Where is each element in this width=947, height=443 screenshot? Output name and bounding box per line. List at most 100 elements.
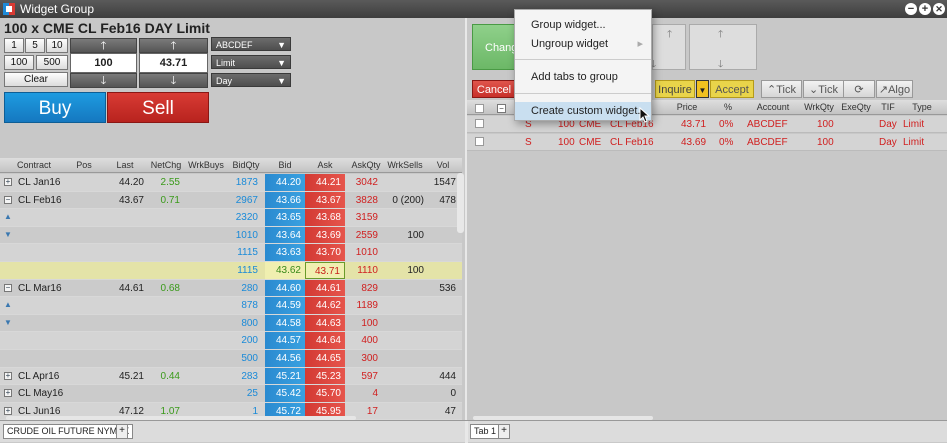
col-header-type[interactable]: Type	[904, 102, 940, 112]
ladder-row[interactable]: 1115 1110 100 43.62 43.71	[0, 262, 462, 280]
qty-up-button[interactable]: 🡑	[70, 38, 137, 53]
tick-up-button[interactable]: ⌃Tick	[761, 80, 802, 98]
qty-button-500[interactable]: 500	[36, 55, 68, 70]
tick-down-button[interactable]: ⌄Tick	[803, 80, 844, 98]
ladder-row[interactable]: 200 400 44.57 44.64	[0, 332, 462, 350]
maximize-button[interactable]: +	[919, 3, 931, 15]
col-header-exeqty[interactable]: ExeQty	[838, 102, 874, 112]
price-down-button[interactable]: 🡓	[139, 73, 208, 88]
bid-price-cell[interactable]: 44.60	[265, 279, 305, 297]
ladder-row[interactable]: − CL Feb16 43.67 0.71 2967 3828 0 (200) 478 43.6…	[0, 191, 462, 210]
col-header-account[interactable]: Account	[747, 102, 799, 112]
clear-button[interactable]: Clear	[4, 72, 68, 87]
expand-toggle-icon[interactable]: +	[4, 406, 12, 415]
ask-price-cell[interactable]: 43.69	[305, 226, 345, 244]
col-header-ask[interactable]: Ask	[305, 160, 345, 170]
qty-button-5[interactable]: 5	[25, 38, 45, 53]
ask-price-cell[interactable]: 43.67	[305, 191, 345, 209]
tab-1[interactable]: Tab 1	[470, 424, 501, 439]
ladder-row[interactable]: − CL Mar16 44.61 0.68 280 829 536 44.60 44.61	[0, 279, 462, 298]
add-tab-button-left[interactable]: +	[116, 424, 128, 439]
ladder-row[interactable]: + CL Apr16 45.21 0.44 283 597 444 45.21 45.23	[0, 367, 462, 386]
expand-toggle-icon[interactable]: ▼	[4, 318, 14, 327]
inquire-dropdown-button[interactable]: ▼	[696, 80, 709, 98]
ask-price-cell[interactable]: 44.61	[305, 279, 345, 297]
expand-toggle-icon[interactable]: ▲	[4, 212, 14, 221]
expand-toggle-icon[interactable]: +	[4, 178, 12, 186]
ask-price-cell[interactable]: 44.63	[305, 314, 345, 332]
ask-price-cell[interactable]: 44.21	[305, 174, 345, 191]
ladder-row[interactable]: ▼ 1010 2559 100 43.64 43.69	[0, 226, 462, 245]
bid-price-cell[interactable]: 44.59	[265, 297, 305, 314]
grid-button-2[interactable]: 🡑 🡓	[689, 24, 757, 70]
order-row-checkbox[interactable]	[475, 137, 484, 146]
col-header-askqty[interactable]: AskQty	[348, 160, 384, 170]
ladder-vertical-scrollbar[interactable]	[457, 173, 464, 233]
qty-button-1[interactable]: 1	[4, 38, 24, 53]
bid-price-cell[interactable]: 44.58	[265, 314, 305, 332]
ladder-row[interactable]: ▼ 800 100 44.58 44.63	[0, 314, 462, 333]
col-header-netchg[interactable]: NetChg	[146, 160, 186, 170]
account-select[interactable]: ABCDEF ▼	[211, 37, 291, 51]
bid-price-cell[interactable]: 45.21	[265, 367, 305, 385]
qty-button-10[interactable]: 10	[46, 38, 68, 53]
bid-price-cell[interactable]: 43.63	[265, 244, 305, 261]
accept-button[interactable]: Accept	[710, 80, 754, 98]
ask-price-cell[interactable]: 44.62	[305, 297, 345, 314]
col-header-price[interactable]: Price	[669, 102, 705, 112]
refresh-button[interactable]: ⟳	[843, 80, 875, 98]
col-header-wrksells[interactable]: WrkSells	[386, 160, 424, 170]
ladder-row[interactable]: 1115 1010 43.63 43.70	[0, 244, 462, 262]
col-header-bid[interactable]: Bid	[265, 160, 305, 170]
add-tab-button-right[interactable]: +	[498, 424, 510, 439]
expand-toggle-icon[interactable]: +	[4, 389, 12, 398]
col-header-pos[interactable]: Pos	[68, 160, 100, 170]
qty-button-100[interactable]: 100	[4, 55, 34, 70]
expand-toggle-icon[interactable]: +	[4, 371, 12, 380]
bid-price-cell[interactable]: 45.42	[265, 385, 305, 402]
close-button[interactable]: ✕	[933, 3, 945, 15]
qty-down-button[interactable]: 🡓	[70, 73, 137, 88]
bid-price-cell[interactable]: 44.57	[265, 332, 305, 349]
ask-price-cell[interactable]: 43.71	[305, 262, 345, 279]
bid-price-cell[interactable]: 43.64	[265, 226, 305, 244]
ladder-row[interactable]: + CL May16 25 4 0 45.42 45.70	[0, 385, 462, 403]
col-header-last[interactable]: Last	[108, 160, 142, 170]
bid-price-cell[interactable]: 44.56	[265, 350, 305, 367]
col-header-wrkbuys[interactable]: WrkBuys	[187, 160, 225, 170]
ask-price-cell[interactable]: 44.65	[305, 350, 345, 367]
buy-button[interactable]: Buy	[4, 92, 106, 123]
ask-price-cell[interactable]: 43.70	[305, 244, 345, 261]
menu-item-group-widget[interactable]: Group widget...	[515, 16, 651, 34]
expand-toggle-icon[interactable]: −	[4, 195, 12, 204]
sell-button[interactable]: Sell	[107, 92, 209, 123]
inquire-button[interactable]: Inquire	[655, 80, 695, 98]
ladder-row[interactable]: ▲ 878 1189 44.59 44.62	[0, 297, 462, 315]
expand-toggle-icon[interactable]: −	[4, 283, 12, 292]
order-row-checkbox[interactable]	[475, 119, 484, 128]
order-row[interactable]: S 100 CME CL Feb16 43.69 0% ABCDEF 100 Day Limit	[467, 134, 947, 151]
window-titlebar[interactable]: Widget Group − + ✕	[0, 0, 947, 18]
ladder-row[interactable]: ▲ 2320 3159 43.65 43.68	[0, 209, 462, 227]
price-input[interactable]: 43.71	[139, 53, 208, 73]
ask-price-cell[interactable]: 45.23	[305, 367, 345, 385]
col-header-bidqty[interactable]: BidQty	[228, 160, 264, 170]
price-up-button[interactable]: 🡑	[139, 38, 208, 53]
expand-toggle-icon[interactable]: ▼	[4, 230, 14, 239]
bid-price-cell[interactable]: 43.62	[265, 262, 305, 279]
col-header-pct[interactable]: %	[712, 102, 744, 112]
bid-price-cell[interactable]: 43.66	[265, 191, 305, 209]
algo-button[interactable]: ↗Algo	[876, 80, 913, 98]
grid-button-1[interactable]: 🡑 🡓	[651, 24, 686, 70]
tab-crude-oil[interactable]: CRUDE OIL FUTURE NYMEX	[3, 424, 134, 439]
col-header-vol[interactable]: Vol	[428, 160, 458, 170]
menu-item-create-custom-widget[interactable]: Create custom widget...	[515, 102, 651, 120]
menu-item-add-tabs[interactable]: Add tabs to group	[515, 68, 651, 86]
bid-price-cell[interactable]: 44.20	[265, 174, 305, 191]
col-header-tif[interactable]: TIF	[875, 102, 901, 112]
ladder-row[interactable]: + CL Jan16 44.20 2.55 1873 3042 1547 44.20 44.21	[0, 174, 462, 192]
ask-price-cell[interactable]: 44.64	[305, 332, 345, 349]
cancel-button[interactable]: Cancel	[472, 80, 516, 98]
ask-price-cell[interactable]: 45.70	[305, 385, 345, 402]
quantity-input[interactable]: 100	[70, 53, 137, 73]
